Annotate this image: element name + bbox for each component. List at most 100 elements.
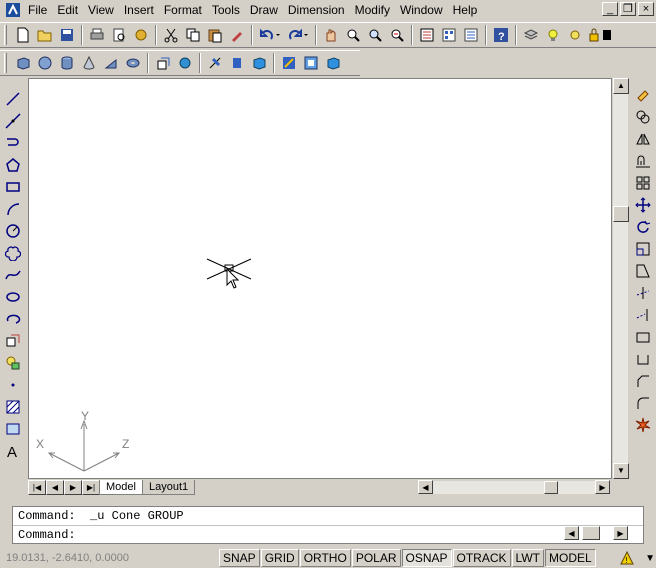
polygon-icon[interactable] xyxy=(2,154,24,176)
command-scroll-thumb[interactable] xyxy=(582,526,600,540)
color-swatch-icon[interactable] xyxy=(602,24,612,46)
copy-icon[interactable] xyxy=(182,24,204,46)
sun-icon[interactable] xyxy=(564,24,586,46)
zoom-window-icon[interactable] xyxy=(364,24,386,46)
explode-icon[interactable] xyxy=(632,414,654,436)
trim-icon[interactable] xyxy=(632,282,654,304)
design-center-icon[interactable] xyxy=(438,24,460,46)
ellipse-arc-icon[interactable] xyxy=(2,308,24,330)
stretch-icon[interactable] xyxy=(632,260,654,282)
rotate-icon[interactable] xyxy=(632,216,654,238)
save-icon[interactable] xyxy=(56,24,78,46)
communication-center-icon[interactable]: ! xyxy=(609,549,645,567)
command-scroll-right-icon[interactable]: ▶ xyxy=(613,526,628,540)
close-button[interactable]: × xyxy=(638,2,654,16)
revolve-icon[interactable] xyxy=(174,52,196,74)
polar-toggle[interactable]: POLAR xyxy=(351,549,401,567)
extend-icon[interactable] xyxy=(632,304,654,326)
menu-draw[interactable]: Draw xyxy=(245,1,283,19)
spline-icon[interactable] xyxy=(2,264,24,286)
construction-line-icon[interactable] xyxy=(2,110,24,132)
last-tab-icon[interactable]: ▶| xyxy=(82,479,100,495)
drawing-canvas[interactable]: Y X Z xyxy=(28,78,612,479)
restore-button[interactable]: ❐ xyxy=(620,2,636,16)
scroll-left-icon[interactable]: ◀ xyxy=(418,480,433,494)
array-icon[interactable] xyxy=(632,172,654,194)
scroll-right-icon[interactable]: ▶ xyxy=(595,480,610,494)
point-icon[interactable] xyxy=(2,374,24,396)
prev-tab-icon[interactable]: ◀ xyxy=(46,479,64,495)
menu-file[interactable]: File xyxy=(23,1,52,19)
osnap-toggle[interactable]: OSNAP xyxy=(401,549,452,567)
erase-icon[interactable] xyxy=(632,84,654,106)
hatch-icon[interactable] xyxy=(2,396,24,418)
print-icon[interactable] xyxy=(86,24,108,46)
snap-toggle[interactable]: SNAP xyxy=(219,549,260,567)
vertical-scrollbar[interactable]: ▲ ▼ xyxy=(612,78,629,479)
revision-cloud-icon[interactable] xyxy=(2,242,24,264)
torus-icon[interactable] xyxy=(122,52,144,74)
section-icon[interactable] xyxy=(226,52,248,74)
paste-icon[interactable] xyxy=(204,24,226,46)
multiline-text-icon[interactable]: A xyxy=(2,440,24,462)
zoom-previous-icon[interactable] xyxy=(386,24,408,46)
redo-icon[interactable] xyxy=(284,24,312,46)
tab-model[interactable]: Model xyxy=(99,479,143,495)
menu-view[interactable]: View xyxy=(83,1,119,19)
cylinder-icon[interactable] xyxy=(56,52,78,74)
lightbulb-icon[interactable] xyxy=(542,24,564,46)
circle-icon[interactable] xyxy=(2,220,24,242)
menu-tools[interactable]: Tools xyxy=(207,1,245,19)
copy-object-icon[interactable] xyxy=(632,106,654,128)
tab-layout1[interactable]: Layout1 xyxy=(141,479,196,495)
zoom-realtime-icon[interactable] xyxy=(342,24,364,46)
line-icon[interactable] xyxy=(2,88,24,110)
print-preview-icon[interactable] xyxy=(108,24,130,46)
lock-icon[interactable] xyxy=(586,24,602,46)
setup-profile-icon[interactable] xyxy=(322,52,344,74)
extrude-icon[interactable] xyxy=(152,52,174,74)
horizontal-scrollbar[interactable]: ◀ ▶ xyxy=(418,480,610,494)
ellipse-icon[interactable] xyxy=(2,286,24,308)
fillet-icon[interactable] xyxy=(632,392,654,414)
menu-window[interactable]: Window xyxy=(395,1,448,19)
lwt-toggle[interactable]: LWT xyxy=(511,549,544,567)
ortho-toggle[interactable]: ORTHO xyxy=(299,549,351,567)
make-block-icon[interactable] xyxy=(2,352,24,374)
command-input[interactable]: Command: xyxy=(13,525,643,543)
command-scroll-left-icon[interactable]: ◀ xyxy=(564,526,579,540)
toolbar-grip[interactable] xyxy=(4,25,7,45)
insert-block-icon[interactable] xyxy=(2,330,24,352)
grid-toggle[interactable]: GRID xyxy=(260,549,299,567)
coordinate-readout[interactable]: 19.0131, -2.6410, 0.0000 xyxy=(0,552,219,564)
minimize-button[interactable]: _ xyxy=(602,2,618,16)
menu-edit[interactable]: Edit xyxy=(52,1,83,19)
otrack-toggle[interactable]: OTRACK xyxy=(452,549,511,567)
open-icon[interactable] xyxy=(34,24,56,46)
menu-help[interactable]: Help xyxy=(448,1,483,19)
mirror-icon[interactable] xyxy=(632,128,654,150)
cone-icon[interactable] xyxy=(78,52,100,74)
model-toggle[interactable]: MODEL xyxy=(544,549,596,567)
wedge-icon[interactable] xyxy=(100,52,122,74)
command-scrollbar[interactable]: ◀ ▶ xyxy=(564,526,628,540)
tool-palettes-icon[interactable] xyxy=(460,24,482,46)
setup-view-icon[interactable] xyxy=(300,52,322,74)
scroll-down-icon[interactable]: ▼ xyxy=(613,463,629,479)
offset-icon[interactable] xyxy=(632,150,654,172)
status-menu-icon[interactable]: ▼ xyxy=(645,553,656,564)
menu-modify[interactable]: Modify xyxy=(350,1,395,19)
scale-icon[interactable] xyxy=(632,238,654,260)
box-icon[interactable] xyxy=(12,52,34,74)
rectangle-icon[interactable] xyxy=(2,176,24,198)
match-properties-icon[interactable] xyxy=(226,24,248,46)
horizontal-scroll-thumb[interactable] xyxy=(544,481,558,494)
slice-icon[interactable] xyxy=(204,52,226,74)
polyline-icon[interactable] xyxy=(2,132,24,154)
publish-icon[interactable] xyxy=(130,24,152,46)
properties-icon[interactable] xyxy=(416,24,438,46)
setup-drawing-icon[interactable] xyxy=(278,52,300,74)
menu-format[interactable]: Format xyxy=(159,1,207,19)
cut-icon[interactable] xyxy=(160,24,182,46)
help-icon[interactable]: ? xyxy=(490,24,512,46)
